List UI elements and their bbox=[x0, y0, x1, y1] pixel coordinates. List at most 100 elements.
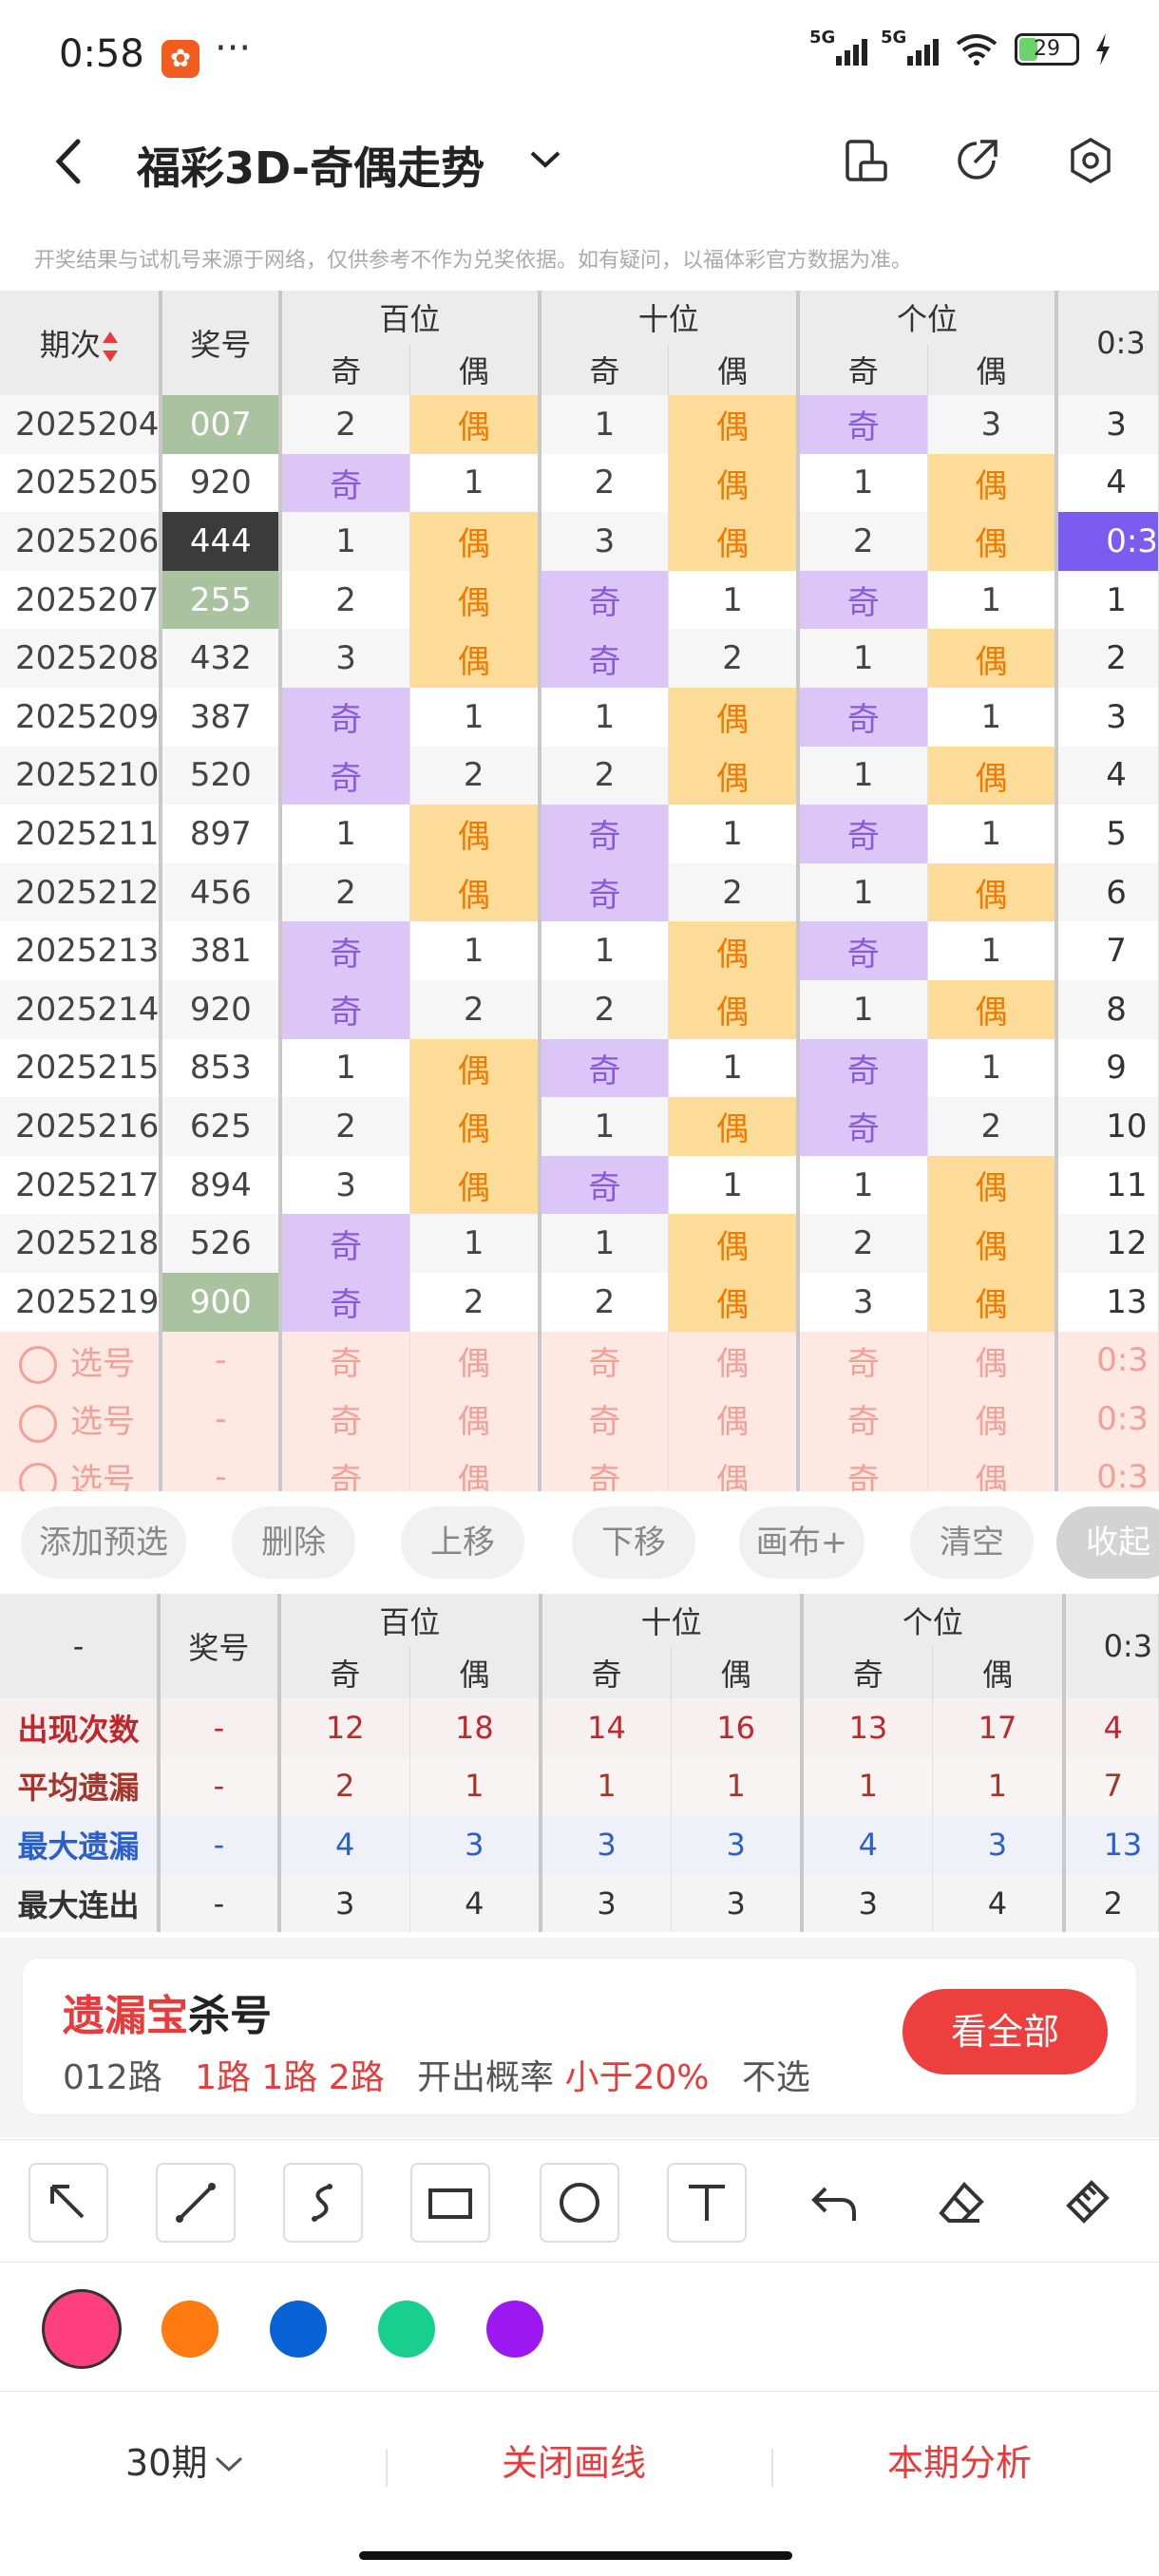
stats-label: 出现次数 bbox=[0, 1698, 160, 1757]
table-row: 2025218 526 奇 1 1 偶 2 偶 12 bbox=[0, 1214, 1159, 1273]
promo-card: 遗漏宝杀号 012路 1路 1路 2路 开出概率 小于20% 不选 看全部 bbox=[23, 1959, 1136, 2114]
clear-canvas-icon[interactable] bbox=[1049, 2163, 1129, 2243]
text-tool-icon[interactable] bbox=[667, 2163, 747, 2243]
trend-cell: 奇 bbox=[795, 687, 928, 747]
settings-icon[interactable] bbox=[1066, 136, 1115, 185]
units-header: 个位 bbox=[795, 291, 1057, 344]
trend-table-scroll[interactable]: 期次 奖号 百位 十位 个位 0:3 奇 偶 奇 偶 奇 偶 2025204 00… bbox=[0, 291, 1159, 1491]
period-selector[interactable]: 30期 bbox=[125, 2434, 245, 2486]
canvas-plus-button[interactable]: 画布+ bbox=[739, 1506, 864, 1579]
eraser-icon[interactable] bbox=[922, 2163, 1001, 2243]
move-up-button[interactable]: 上移 bbox=[401, 1506, 524, 1579]
pick-cell[interactable]: 偶 bbox=[668, 1331, 799, 1391]
status-bar: 0:58 ✿ ··· 5G 5G 29 bbox=[0, 0, 1159, 109]
trend-cell: 2 bbox=[537, 746, 670, 805]
pick-row[interactable]: 选号 - 奇偶奇偶奇偶 0:3 bbox=[0, 1331, 1159, 1391]
pick-cell[interactable]: 奇 bbox=[795, 1448, 928, 1491]
table-row: 2025209 387 奇 1 1 偶奇 1 3 bbox=[0, 687, 1159, 747]
share-icon[interactable] bbox=[952, 136, 1001, 185]
pick-cell[interactable]: 偶 bbox=[409, 1448, 541, 1491]
select-arrow-icon[interactable] bbox=[28, 2163, 108, 2243]
trend-cell: 偶 bbox=[409, 1155, 541, 1215]
action-bar: 添加预选 删除 上移 下移 画布+ 清空 收起 bbox=[0, 1491, 1159, 1594]
rectangle-tool-icon[interactable] bbox=[410, 2163, 490, 2243]
signal-icon: 5G bbox=[809, 28, 867, 66]
trend-cell: 3 bbox=[278, 629, 410, 688]
pick-cell[interactable]: 奇 bbox=[537, 1448, 670, 1491]
battery-icon: 29 bbox=[1015, 33, 1079, 66]
pick-cell[interactable]: 奇 bbox=[278, 1448, 410, 1491]
view-all-button[interactable]: 看全部 bbox=[902, 1989, 1108, 2074]
collapse-button[interactable]: 收起 bbox=[1056, 1506, 1159, 1579]
pick-cell[interactable]: 奇 bbox=[537, 1390, 670, 1449]
issue-number: 2025209 bbox=[0, 687, 162, 747]
stats-label: 平均遗漏 bbox=[0, 1756, 160, 1816]
stats-cell: 4 bbox=[409, 1873, 542, 1933]
trend-cell: 1 bbox=[668, 805, 799, 863]
undo-icon[interactable] bbox=[794, 2163, 874, 2243]
trend-cell: 偶 bbox=[927, 862, 1057, 922]
pick-select[interactable]: 选号 bbox=[0, 1331, 162, 1391]
winning-number: 920 bbox=[159, 453, 281, 513]
orientation-toggle-icon[interactable] bbox=[842, 136, 891, 185]
pick-cell[interactable]: 偶 bbox=[927, 1331, 1057, 1391]
winning-number: 444 bbox=[159, 512, 281, 571]
pick-cell[interactable]: 偶 bbox=[927, 1448, 1057, 1491]
pick-cell[interactable]: 奇 bbox=[795, 1390, 928, 1449]
radio-circle-icon[interactable] bbox=[19, 1463, 57, 1491]
pick-cell[interactable]: 奇 bbox=[795, 1331, 928, 1391]
pick-cell[interactable]: 偶 bbox=[668, 1448, 799, 1491]
pick-select[interactable]: 选号 bbox=[0, 1390, 162, 1449]
color-swatch-blue[interactable] bbox=[270, 2301, 327, 2358]
color-swatch-purple[interactable] bbox=[486, 2301, 543, 2358]
delete-button[interactable]: 删除 bbox=[232, 1506, 355, 1579]
trend-cell: 奇 bbox=[537, 862, 670, 922]
issue-number: 2025216 bbox=[0, 1097, 162, 1156]
close-drawing-button[interactable]: 关闭画线 bbox=[502, 2434, 646, 2486]
clear-button[interactable]: 清空 bbox=[910, 1506, 1034, 1579]
page-title[interactable]: 福彩3D-奇偶走势 bbox=[137, 134, 484, 197]
pick-number: - bbox=[159, 1331, 281, 1391]
period-header[interactable]: 期次 bbox=[0, 291, 162, 395]
pick-cell[interactable]: 奇 bbox=[537, 1331, 670, 1391]
ratio-cell: 9 bbox=[1054, 1038, 1159, 1098]
color-swatch-green[interactable] bbox=[378, 2301, 435, 2358]
trend-cell: 2 bbox=[409, 1272, 541, 1332]
issue-number: 2025215 bbox=[0, 1038, 162, 1098]
stats-cell: 3 bbox=[409, 1815, 542, 1874]
pick-ratio-cell[interactable]: 0:3 bbox=[1054, 1448, 1159, 1491]
pick-cell[interactable]: 偶 bbox=[668, 1390, 799, 1449]
trend-cell: 1 bbox=[409, 1214, 541, 1273]
pick-cell[interactable]: 奇 bbox=[278, 1331, 410, 1391]
radio-circle-icon[interactable] bbox=[19, 1346, 57, 1385]
pick-select[interactable]: 选号 bbox=[0, 1448, 162, 1491]
trend-cell: 1 bbox=[927, 1038, 1057, 1098]
line-tool-icon[interactable] bbox=[156, 2163, 236, 2243]
table-row: 2025213 381 奇 1 1 偶奇 1 7 bbox=[0, 921, 1159, 980]
pick-row[interactable]: 选号 - 奇偶奇偶奇偶 0:3 bbox=[0, 1390, 1159, 1449]
sort-icon[interactable] bbox=[101, 330, 120, 364]
stats-table-scroll[interactable]: - 奖号 百位 十位 个位 0:3 奇 偶 奇 偶 奇 偶 出现次数 -12 18 1… bbox=[0, 1594, 1159, 1936]
pick-cell[interactable]: 奇 bbox=[278, 1390, 410, 1449]
trend-cell: 奇 bbox=[537, 1038, 670, 1098]
color-swatch-orange[interactable] bbox=[162, 2301, 218, 2358]
move-down-button[interactable]: 下移 bbox=[572, 1506, 695, 1579]
current-analysis-button[interactable]: 本期分析 bbox=[887, 2434, 1032, 2486]
add-preselect-button[interactable]: 添加预选 bbox=[21, 1506, 186, 1579]
pick-cell[interactable]: 偶 bbox=[409, 1331, 541, 1391]
winning-number: 520 bbox=[159, 746, 281, 805]
pick-cell[interactable]: 偶 bbox=[927, 1390, 1057, 1449]
chevron-down-icon[interactable] bbox=[528, 147, 562, 170]
freehand-tool-icon[interactable] bbox=[283, 2163, 363, 2243]
trend-cell: 2 bbox=[278, 1097, 410, 1156]
back-arrow-icon[interactable] bbox=[49, 138, 87, 185]
radio-circle-icon[interactable] bbox=[19, 1404, 57, 1443]
pick-cell[interactable]: 偶 bbox=[409, 1390, 541, 1449]
pick-row[interactable]: 选号 - 奇偶奇偶奇偶 0:3 bbox=[0, 1448, 1159, 1491]
pick-ratio-cell[interactable]: 0:3 bbox=[1054, 1390, 1159, 1449]
sub-header: 偶 bbox=[927, 344, 1057, 395]
circle-tool-icon[interactable] bbox=[540, 2163, 619, 2243]
trend-cell: 1 bbox=[927, 687, 1057, 747]
color-swatch-pink[interactable] bbox=[42, 2289, 122, 2369]
pick-ratio-cell[interactable]: 0:3 bbox=[1054, 1331, 1159, 1391]
